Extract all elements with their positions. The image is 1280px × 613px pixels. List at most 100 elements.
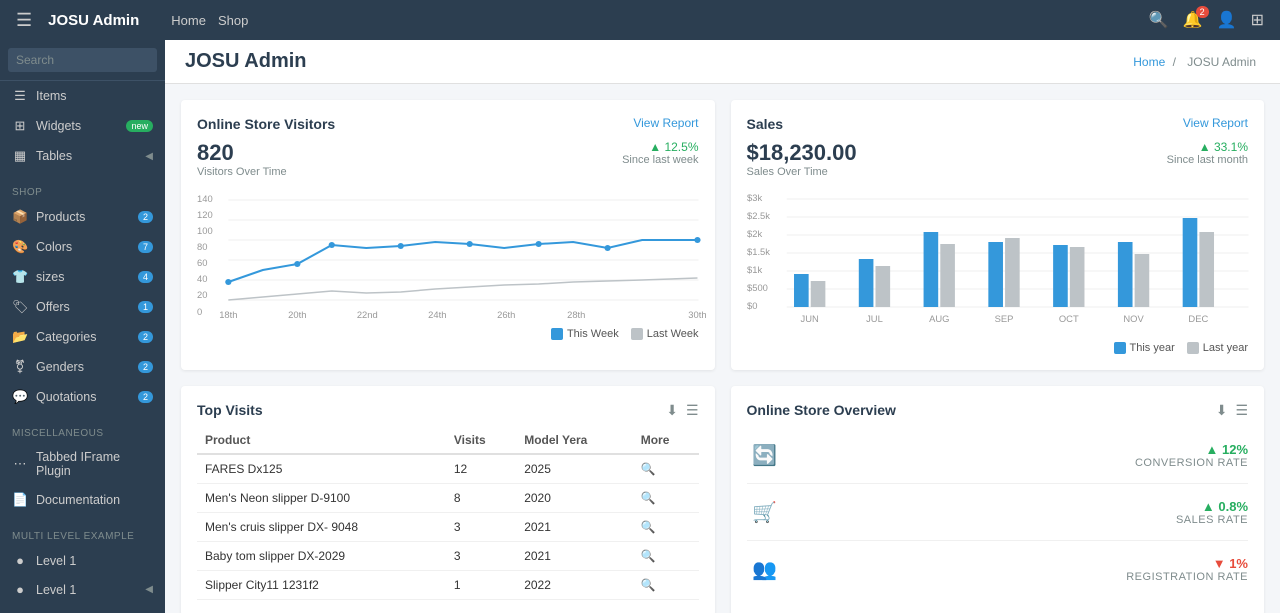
- download-icon[interactable]: ⬇: [666, 402, 678, 419]
- svg-text:0: 0: [197, 307, 202, 317]
- visitors-view-report[interactable]: View Report: [633, 116, 698, 130]
- legend-this-week: This Week: [551, 328, 619, 340]
- topbar: ☰ JOSU Admin Home Shop 🔍 🔔2 👤 ⊞: [0, 0, 1280, 40]
- svg-text:$1k: $1k: [747, 265, 763, 275]
- app-title: JOSU Admin: [48, 12, 139, 29]
- svg-text:22nd: 22nd: [357, 310, 378, 320]
- sidebar-search-area: 🔍: [0, 40, 165, 81]
- legend-label-last-week: Last Week: [647, 328, 699, 340]
- overview-metric-item: 🔄 ▲ 12% CONVERSION RATE: [747, 427, 1249, 484]
- sizes-icon: 👕: [12, 269, 28, 285]
- svg-text:OCT: OCT: [1058, 314, 1078, 324]
- legend-this-year: This year: [1114, 342, 1175, 354]
- bell-icon[interactable]: 🔔2: [1183, 10, 1203, 30]
- tables-chevron: ◀: [145, 151, 153, 162]
- sidebar-item-sizes[interactable]: 👕 sizes 4: [0, 262, 165, 292]
- svg-text:JUL: JUL: [866, 314, 883, 324]
- genders-icon: ⚧: [12, 359, 28, 375]
- row-search-icon[interactable]: 🔍: [641, 491, 656, 505]
- hamburger-icon[interactable]: ☰: [16, 10, 32, 31]
- svg-text:120: 120: [197, 210, 213, 220]
- table-row: Slipper City11 1231f2 1 2022 🔍: [197, 571, 699, 600]
- sidebar-item-iframe[interactable]: ⋯ Tabbed IFrame Plugin: [0, 443, 165, 485]
- breadcrumb-home[interactable]: Home: [1133, 55, 1165, 69]
- sidebar-item-level1-b[interactable]: ● Level 1 ◀: [0, 575, 165, 604]
- main-content: Online Store Visitors View Report 8 20 Vi…: [165, 84, 1280, 613]
- cell-visits: 3: [446, 542, 516, 571]
- sidebar-item-tables[interactable]: ▦ Tables ◀: [0, 141, 165, 171]
- sidebar-item-level1-c[interactable]: ● Level 1: [0, 604, 165, 613]
- nav-home[interactable]: Home: [171, 13, 206, 28]
- svg-text:DEC: DEC: [1188, 314, 1208, 324]
- topbar-icons: 🔍 🔔2 👤 ⊞: [1149, 10, 1264, 30]
- visitors-title: Online Store Visitors: [197, 116, 335, 132]
- overview-card-header: Online Store Overview ⬇ ☰: [747, 402, 1249, 419]
- items-icon: ☰: [12, 88, 28, 104]
- search-icon[interactable]: 🔍: [1149, 10, 1169, 30]
- visitors-legend: This Week Last Week: [197, 328, 699, 340]
- col-model-year: Model Yera: [516, 427, 633, 454]
- overview-metric-label: REGISTRATION RATE: [795, 571, 1249, 583]
- sidebar-item-docs[interactable]: 📄 Documentation: [0, 485, 165, 515]
- cell-model-year: 2022: [516, 571, 633, 600]
- user-icon[interactable]: 👤: [1217, 10, 1237, 30]
- cell-model-year: 2025: [516, 454, 633, 484]
- svg-text:28th: 28th: [567, 310, 585, 320]
- sidebar-item-widgets[interactable]: ⊞ Widgets new: [0, 111, 165, 141]
- sidebar: 🔍 ☰ Items ⊞ Widgets new ▦ Tables ◀ SHOP …: [0, 40, 165, 613]
- sidebar-label-products: Products: [36, 210, 130, 224]
- sidebar-label-sizes: sizes: [36, 270, 130, 284]
- quotations-badge: 2: [138, 391, 153, 403]
- sidebar-label-colors: Colors: [36, 240, 130, 254]
- row-search-icon[interactable]: 🔍: [641, 462, 656, 476]
- sidebar-item-genders[interactable]: ⚧ Genders 2: [0, 352, 165, 382]
- svg-text:140: 140: [197, 194, 213, 204]
- row-search-icon[interactable]: 🔍: [641, 549, 656, 563]
- sidebar-item-categories[interactable]: 📂 Categories 2: [0, 322, 165, 352]
- sales-view-report[interactable]: View Report: [1183, 116, 1248, 130]
- overview-metric-details: ▼ 1% REGISTRATION RATE: [795, 556, 1249, 583]
- sidebar-item-items[interactable]: ☰ Items: [0, 81, 165, 111]
- nav-shop[interactable]: Shop: [218, 13, 248, 28]
- sidebar-label-iframe: Tabbed IFrame Plugin: [36, 450, 153, 478]
- svg-text:20: 20: [197, 290, 207, 300]
- sales-change: ▲ 33.1%: [1167, 140, 1248, 154]
- cell-model-year: 2020: [516, 484, 633, 513]
- svg-text:AUG: AUG: [929, 314, 949, 324]
- visitors-card: Online Store Visitors View Report 820 Vi…: [181, 100, 715, 370]
- sidebar-item-quotations[interactable]: 💬 Quotations 2: [0, 382, 165, 412]
- row-search-icon[interactable]: 🔍: [641, 520, 656, 534]
- svg-text:26th: 26th: [497, 310, 515, 320]
- main-header: JOSU Admin Home / JOSU Admin: [165, 40, 1280, 84]
- search-wrap: 🔍: [8, 48, 157, 72]
- sales-card: Sales View Report $18,230.00 Sales Over …: [731, 100, 1265, 370]
- menu-icon[interactable]: ☰: [686, 402, 699, 419]
- col-visits: Visits: [446, 427, 516, 454]
- sidebar-label-quotations: Quotations: [36, 390, 130, 404]
- overview-download-icon[interactable]: ⬇: [1216, 402, 1228, 419]
- sidebar-item-level1-a[interactable]: ● Level 1: [0, 546, 165, 575]
- cell-visits: 1: [446, 571, 516, 600]
- svg-text:$0: $0: [747, 301, 757, 311]
- sidebar-item-offers[interactable]: 🏷 Offers 1: [0, 292, 165, 322]
- level1a-icon: ●: [12, 553, 28, 568]
- cell-product: Baby tom slipper DX-2029: [197, 542, 446, 571]
- cell-model-year: 2021: [516, 542, 633, 571]
- row-search-icon[interactable]: 🔍: [641, 578, 656, 592]
- sidebar-item-products[interactable]: 📦 Products 2: [0, 202, 165, 232]
- table-row: FARES Dx125 12 2025 🔍: [197, 454, 699, 484]
- sidebar-item-colors[interactable]: 🎨 Colors 7: [0, 232, 165, 262]
- overview-metric-item: 👥 ▼ 1% REGISTRATION RATE: [747, 541, 1249, 597]
- search-input[interactable]: [16, 53, 165, 67]
- svg-text:40: 40: [197, 274, 207, 284]
- top-visits-card: Top Visits ⬇ ☰ Product Visits Model Yera…: [181, 386, 715, 613]
- svg-text:30th: 30th: [688, 310, 706, 320]
- top-visits-table: Product Visits Model Yera More FARES Dx1…: [197, 427, 699, 600]
- topbar-nav: Home Shop: [171, 13, 1133, 28]
- grid-icon[interactable]: ⊞: [1251, 10, 1264, 30]
- cell-visits: 8: [446, 484, 516, 513]
- overview-menu-icon[interactable]: ☰: [1235, 402, 1248, 419]
- sales-value: $18,230.00: [747, 140, 857, 166]
- svg-text:$2.5k: $2.5k: [747, 211, 770, 221]
- overview-actions: ⬇ ☰: [1216, 402, 1248, 419]
